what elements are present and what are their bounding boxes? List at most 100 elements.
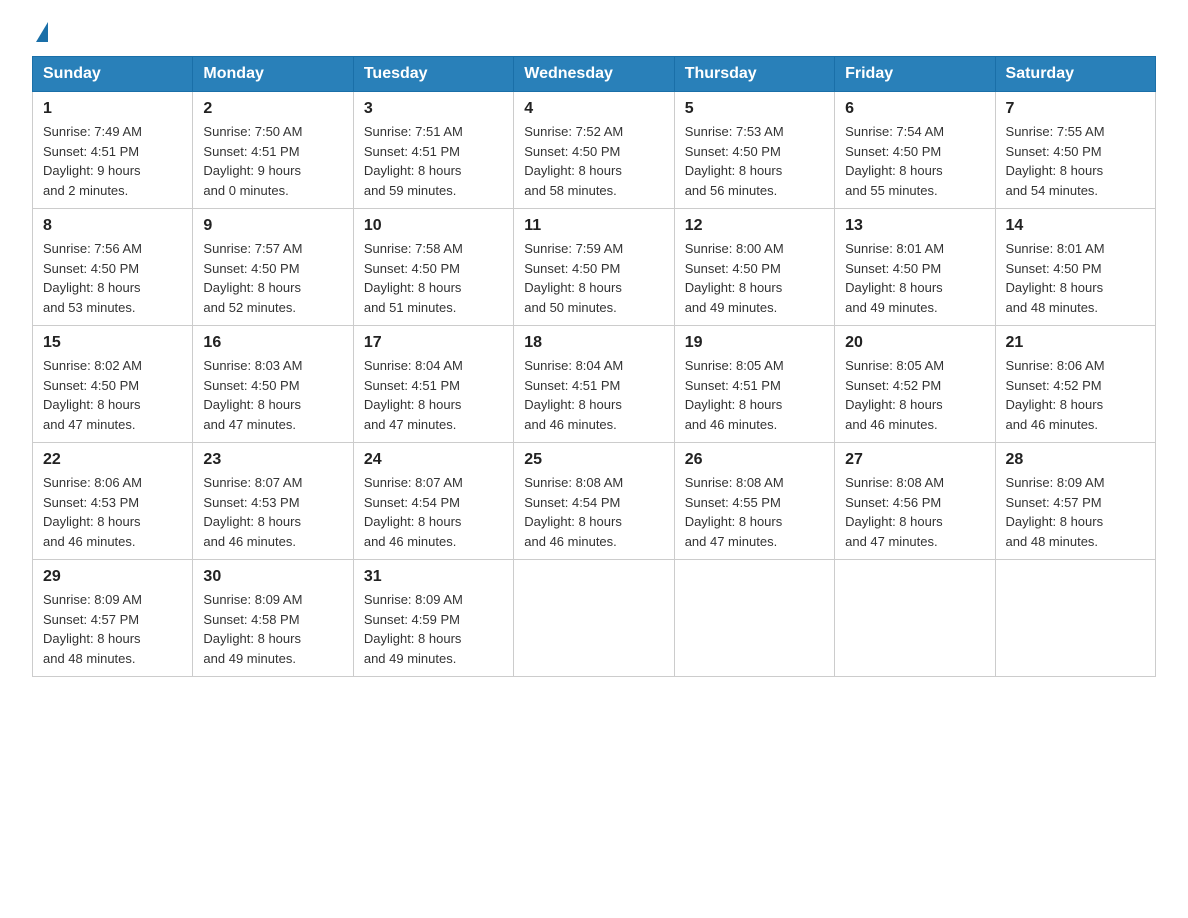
day-info: Sunrise: 8:07 AMSunset: 4:54 PMDaylight:… (364, 473, 503, 551)
day-number: 11 (524, 217, 663, 235)
day-info: Sunrise: 7:56 AMSunset: 4:50 PMDaylight:… (43, 239, 182, 317)
day-number: 21 (1006, 334, 1145, 352)
calendar-cell: 5 Sunrise: 7:53 AMSunset: 4:50 PMDayligh… (674, 92, 834, 209)
calendar-cell: 9 Sunrise: 7:57 AMSunset: 4:50 PMDayligh… (193, 209, 353, 326)
calendar-cell: 12 Sunrise: 8:00 AMSunset: 4:50 PMDaylig… (674, 209, 834, 326)
day-number: 6 (845, 100, 984, 118)
day-info: Sunrise: 7:54 AMSunset: 4:50 PMDaylight:… (845, 122, 984, 200)
calendar-cell: 1 Sunrise: 7:49 AMSunset: 4:51 PMDayligh… (33, 92, 193, 209)
day-info: Sunrise: 8:08 AMSunset: 4:56 PMDaylight:… (845, 473, 984, 551)
day-number: 5 (685, 100, 824, 118)
day-number: 2 (203, 100, 342, 118)
day-number: 3 (364, 100, 503, 118)
calendar-cell: 29 Sunrise: 8:09 AMSunset: 4:57 PMDaylig… (33, 560, 193, 677)
calendar-cell: 19 Sunrise: 8:05 AMSunset: 4:51 PMDaylig… (674, 326, 834, 443)
calendar-row: 1 Sunrise: 7:49 AMSunset: 4:51 PMDayligh… (33, 92, 1156, 209)
calendar-cell: 7 Sunrise: 7:55 AMSunset: 4:50 PMDayligh… (995, 92, 1155, 209)
calendar-cell: 10 Sunrise: 7:58 AMSunset: 4:50 PMDaylig… (353, 209, 513, 326)
calendar-cell: 25 Sunrise: 8:08 AMSunset: 4:54 PMDaylig… (514, 443, 674, 560)
weekday-header-cell: Monday (193, 57, 353, 92)
calendar-cell: 28 Sunrise: 8:09 AMSunset: 4:57 PMDaylig… (995, 443, 1155, 560)
day-number: 22 (43, 451, 182, 469)
day-info: Sunrise: 8:09 AMSunset: 4:57 PMDaylight:… (43, 590, 182, 668)
calendar-cell: 2 Sunrise: 7:50 AMSunset: 4:51 PMDayligh… (193, 92, 353, 209)
day-info: Sunrise: 7:59 AMSunset: 4:50 PMDaylight:… (524, 239, 663, 317)
day-info: Sunrise: 8:04 AMSunset: 4:51 PMDaylight:… (524, 356, 663, 434)
calendar-cell (674, 560, 834, 677)
day-info: Sunrise: 7:52 AMSunset: 4:50 PMDaylight:… (524, 122, 663, 200)
calendar-cell: 8 Sunrise: 7:56 AMSunset: 4:50 PMDayligh… (33, 209, 193, 326)
day-number: 25 (524, 451, 663, 469)
day-number: 31 (364, 568, 503, 586)
day-number: 26 (685, 451, 824, 469)
calendar-row: 29 Sunrise: 8:09 AMSunset: 4:57 PMDaylig… (33, 560, 1156, 677)
calendar-cell: 3 Sunrise: 7:51 AMSunset: 4:51 PMDayligh… (353, 92, 513, 209)
calendar-cell: 13 Sunrise: 8:01 AMSunset: 4:50 PMDaylig… (835, 209, 995, 326)
day-number: 8 (43, 217, 182, 235)
day-number: 29 (43, 568, 182, 586)
day-number: 17 (364, 334, 503, 352)
day-info: Sunrise: 8:04 AMSunset: 4:51 PMDaylight:… (364, 356, 503, 434)
weekday-header-cell: Sunday (33, 57, 193, 92)
day-number: 23 (203, 451, 342, 469)
day-number: 14 (1006, 217, 1145, 235)
day-info: Sunrise: 8:01 AMSunset: 4:50 PMDaylight:… (845, 239, 984, 317)
calendar-table: SundayMondayTuesdayWednesdayThursdayFrid… (32, 56, 1156, 677)
day-info: Sunrise: 8:09 AMSunset: 4:57 PMDaylight:… (1006, 473, 1145, 551)
calendar-cell: 11 Sunrise: 7:59 AMSunset: 4:50 PMDaylig… (514, 209, 674, 326)
day-info: Sunrise: 8:06 AMSunset: 4:52 PMDaylight:… (1006, 356, 1145, 434)
day-info: Sunrise: 8:02 AMSunset: 4:50 PMDaylight:… (43, 356, 182, 434)
weekday-header-cell: Friday (835, 57, 995, 92)
calendar-cell: 22 Sunrise: 8:06 AMSunset: 4:53 PMDaylig… (33, 443, 193, 560)
day-info: Sunrise: 8:00 AMSunset: 4:50 PMDaylight:… (685, 239, 824, 317)
day-number: 20 (845, 334, 984, 352)
day-number: 16 (203, 334, 342, 352)
day-info: Sunrise: 7:50 AMSunset: 4:51 PMDaylight:… (203, 122, 342, 200)
calendar-row: 8 Sunrise: 7:56 AMSunset: 4:50 PMDayligh… (33, 209, 1156, 326)
day-info: Sunrise: 8:06 AMSunset: 4:53 PMDaylight:… (43, 473, 182, 551)
day-info: Sunrise: 8:08 AMSunset: 4:54 PMDaylight:… (524, 473, 663, 551)
day-info: Sunrise: 7:49 AMSunset: 4:51 PMDaylight:… (43, 122, 182, 200)
calendar-cell: 21 Sunrise: 8:06 AMSunset: 4:52 PMDaylig… (995, 326, 1155, 443)
weekday-header-cell: Thursday (674, 57, 834, 92)
day-info: Sunrise: 7:51 AMSunset: 4:51 PMDaylight:… (364, 122, 503, 200)
calendar-cell: 26 Sunrise: 8:08 AMSunset: 4:55 PMDaylig… (674, 443, 834, 560)
calendar-cell: 31 Sunrise: 8:09 AMSunset: 4:59 PMDaylig… (353, 560, 513, 677)
logo-triangle-icon (36, 22, 48, 42)
calendar-cell: 16 Sunrise: 8:03 AMSunset: 4:50 PMDaylig… (193, 326, 353, 443)
day-number: 4 (524, 100, 663, 118)
calendar-cell: 24 Sunrise: 8:07 AMSunset: 4:54 PMDaylig… (353, 443, 513, 560)
day-info: Sunrise: 7:57 AMSunset: 4:50 PMDaylight:… (203, 239, 342, 317)
calendar-row: 15 Sunrise: 8:02 AMSunset: 4:50 PMDaylig… (33, 326, 1156, 443)
weekday-header-row: SundayMondayTuesdayWednesdayThursdayFrid… (33, 57, 1156, 92)
day-info: Sunrise: 8:03 AMSunset: 4:50 PMDaylight:… (203, 356, 342, 434)
calendar-body: 1 Sunrise: 7:49 AMSunset: 4:51 PMDayligh… (33, 92, 1156, 677)
calendar-cell: 18 Sunrise: 8:04 AMSunset: 4:51 PMDaylig… (514, 326, 674, 443)
day-info: Sunrise: 7:55 AMSunset: 4:50 PMDaylight:… (1006, 122, 1145, 200)
day-info: Sunrise: 8:05 AMSunset: 4:52 PMDaylight:… (845, 356, 984, 434)
day-number: 9 (203, 217, 342, 235)
day-number: 30 (203, 568, 342, 586)
calendar-cell: 4 Sunrise: 7:52 AMSunset: 4:50 PMDayligh… (514, 92, 674, 209)
calendar-cell: 17 Sunrise: 8:04 AMSunset: 4:51 PMDaylig… (353, 326, 513, 443)
weekday-header-cell: Saturday (995, 57, 1155, 92)
page-header (32, 24, 1156, 40)
day-number: 12 (685, 217, 824, 235)
day-number: 1 (43, 100, 182, 118)
calendar-row: 22 Sunrise: 8:06 AMSunset: 4:53 PMDaylig… (33, 443, 1156, 560)
day-number: 27 (845, 451, 984, 469)
calendar-cell: 15 Sunrise: 8:02 AMSunset: 4:50 PMDaylig… (33, 326, 193, 443)
day-info: Sunrise: 7:53 AMSunset: 4:50 PMDaylight:… (685, 122, 824, 200)
calendar-cell (835, 560, 995, 677)
day-number: 15 (43, 334, 182, 352)
day-info: Sunrise: 8:01 AMSunset: 4:50 PMDaylight:… (1006, 239, 1145, 317)
day-info: Sunrise: 8:08 AMSunset: 4:55 PMDaylight:… (685, 473, 824, 551)
weekday-header-cell: Tuesday (353, 57, 513, 92)
weekday-header-cell: Wednesday (514, 57, 674, 92)
day-info: Sunrise: 8:07 AMSunset: 4:53 PMDaylight:… (203, 473, 342, 551)
day-number: 24 (364, 451, 503, 469)
day-info: Sunrise: 8:09 AMSunset: 4:59 PMDaylight:… (364, 590, 503, 668)
logo (32, 24, 50, 40)
calendar-cell: 30 Sunrise: 8:09 AMSunset: 4:58 PMDaylig… (193, 560, 353, 677)
day-number: 19 (685, 334, 824, 352)
